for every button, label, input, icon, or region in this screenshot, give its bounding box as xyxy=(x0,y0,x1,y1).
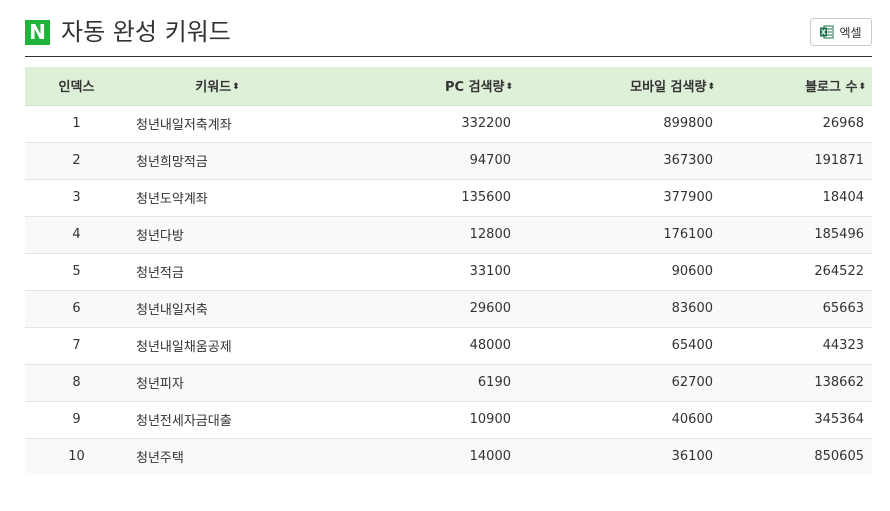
cell-index: 3 xyxy=(25,178,128,216)
cell-index: 9 xyxy=(25,400,128,438)
cell-keyword: 청년주택 xyxy=(128,437,307,475)
cell-index: 5 xyxy=(25,252,128,290)
cell-pc-volume: 48000 xyxy=(307,326,519,364)
cell-keyword: 청년다방 xyxy=(128,215,307,253)
table-row: 10 청년주택 14000 36100 850605 xyxy=(25,437,872,475)
cell-blog-count: 26968 xyxy=(721,104,872,142)
cell-pc-volume: 33100 xyxy=(307,252,519,290)
cell-mobile-volume: 83600 xyxy=(519,289,721,327)
table-row: 9 청년전세자금대출 10900 40600 345364 xyxy=(25,400,872,438)
cell-pc-volume: 135600 xyxy=(307,178,519,216)
cell-mobile-volume: 62700 xyxy=(519,363,721,401)
cell-blog-count: 850605 xyxy=(721,437,872,475)
cell-keyword: 청년내일저축계좌 xyxy=(128,104,307,142)
excel-export-button[interactable]: 엑셀 xyxy=(810,18,872,46)
cell-index: 10 xyxy=(25,437,128,475)
cell-keyword: 청년내일저축 xyxy=(128,289,307,327)
sort-icon[interactable]: ⬍ xyxy=(707,83,715,92)
table-row: 3 청년도약계좌 135600 377900 18404 xyxy=(25,178,872,216)
sort-icon[interactable]: ⬍ xyxy=(858,83,866,92)
cell-mobile-volume: 90600 xyxy=(519,252,721,290)
cell-keyword: 청년도약계좌 xyxy=(128,178,307,216)
column-header-index: 인덱스 xyxy=(25,67,128,106)
cell-pc-volume: 14000 xyxy=(307,437,519,475)
cell-index: 4 xyxy=(25,215,128,253)
table-row: 5 청년적금 33100 90600 264522 xyxy=(25,252,872,290)
sort-icon[interactable]: ⬍ xyxy=(232,83,240,92)
column-header-pc-volume[interactable]: PC 검색량⬍ xyxy=(307,67,519,106)
cell-index: 2 xyxy=(25,141,128,179)
table-header-row: 인덱스 키워드⬍ PC 검색량⬍ 모바일 검색량⬍ 블로그 수⬍ xyxy=(25,67,872,106)
cell-index: 7 xyxy=(25,326,128,364)
cell-mobile-volume: 899800 xyxy=(519,104,721,142)
table-row: 6 청년내일저축 29600 83600 65663 xyxy=(25,289,872,327)
table-body: 1 청년내일저축계좌 332200 899800 26968 2 청년희망적금 94700 36… xyxy=(25,104,872,475)
cell-keyword: 청년내일채움공제 xyxy=(128,326,307,364)
table-row: 4 청년다방 12800 176100 185496 xyxy=(25,215,872,253)
keyword-table: 인덱스 키워드⬍ PC 검색량⬍ 모바일 검색량⬍ 블로그 수⬍ 1 청년내일저축… xyxy=(25,67,872,475)
cell-keyword: 청년적금 xyxy=(128,252,307,290)
cell-blog-count: 65663 xyxy=(721,289,872,327)
header-divider xyxy=(25,56,872,57)
cell-mobile-volume: 40600 xyxy=(519,400,721,438)
cell-mobile-volume: 36100 xyxy=(519,437,721,475)
column-header-keyword[interactable]: 키워드⬍ xyxy=(128,67,307,106)
cell-blog-count: 264522 xyxy=(721,252,872,290)
cell-mobile-volume: 367300 xyxy=(519,141,721,179)
cell-keyword: 청년피자 xyxy=(128,363,307,401)
cell-mobile-volume: 65400 xyxy=(519,326,721,364)
cell-mobile-volume: 176100 xyxy=(519,215,721,253)
cell-pc-volume: 29600 xyxy=(307,289,519,327)
cell-pc-volume: 6190 xyxy=(307,363,519,401)
cell-blog-count: 18404 xyxy=(721,178,872,216)
cell-blog-count: 138662 xyxy=(721,363,872,401)
table-row: 2 청년희망적금 94700 367300 191871 xyxy=(25,141,872,179)
cell-pc-volume: 12800 xyxy=(307,215,519,253)
column-header-blog-count[interactable]: 블로그 수⬍ xyxy=(721,67,872,106)
page-title: 자동 완성 키워드 xyxy=(61,18,231,46)
cell-blog-count: 185496 xyxy=(721,215,872,253)
cell-blog-count: 191871 xyxy=(721,141,872,179)
table-row: 1 청년내일저축계좌 332200 899800 26968 xyxy=(25,104,872,142)
cell-pc-volume: 332200 xyxy=(307,104,519,142)
cell-mobile-volume: 377900 xyxy=(519,178,721,216)
table-row: 7 청년내일채움공제 48000 65400 44323 xyxy=(25,326,872,364)
cell-keyword: 청년희망적금 xyxy=(128,141,307,179)
excel-button-label: 엑셀 xyxy=(839,25,862,40)
cell-index: 8 xyxy=(25,363,128,401)
page-header: N 자동 완성 키워드 엑셀 xyxy=(25,14,872,56)
column-header-mobile-volume[interactable]: 모바일 검색량⬍ xyxy=(519,67,721,106)
cell-index: 6 xyxy=(25,289,128,327)
cell-blog-count: 44323 xyxy=(721,326,872,364)
excel-icon xyxy=(820,25,834,39)
naver-logo-icon: N xyxy=(25,20,50,45)
cell-index: 1 xyxy=(25,104,128,142)
sort-icon[interactable]: ⬍ xyxy=(505,83,513,92)
cell-pc-volume: 94700 xyxy=(307,141,519,179)
table-row: 8 청년피자 6190 62700 138662 xyxy=(25,363,872,401)
cell-pc-volume: 10900 xyxy=(307,400,519,438)
cell-blog-count: 345364 xyxy=(721,400,872,438)
cell-keyword: 청년전세자금대출 xyxy=(128,400,307,438)
